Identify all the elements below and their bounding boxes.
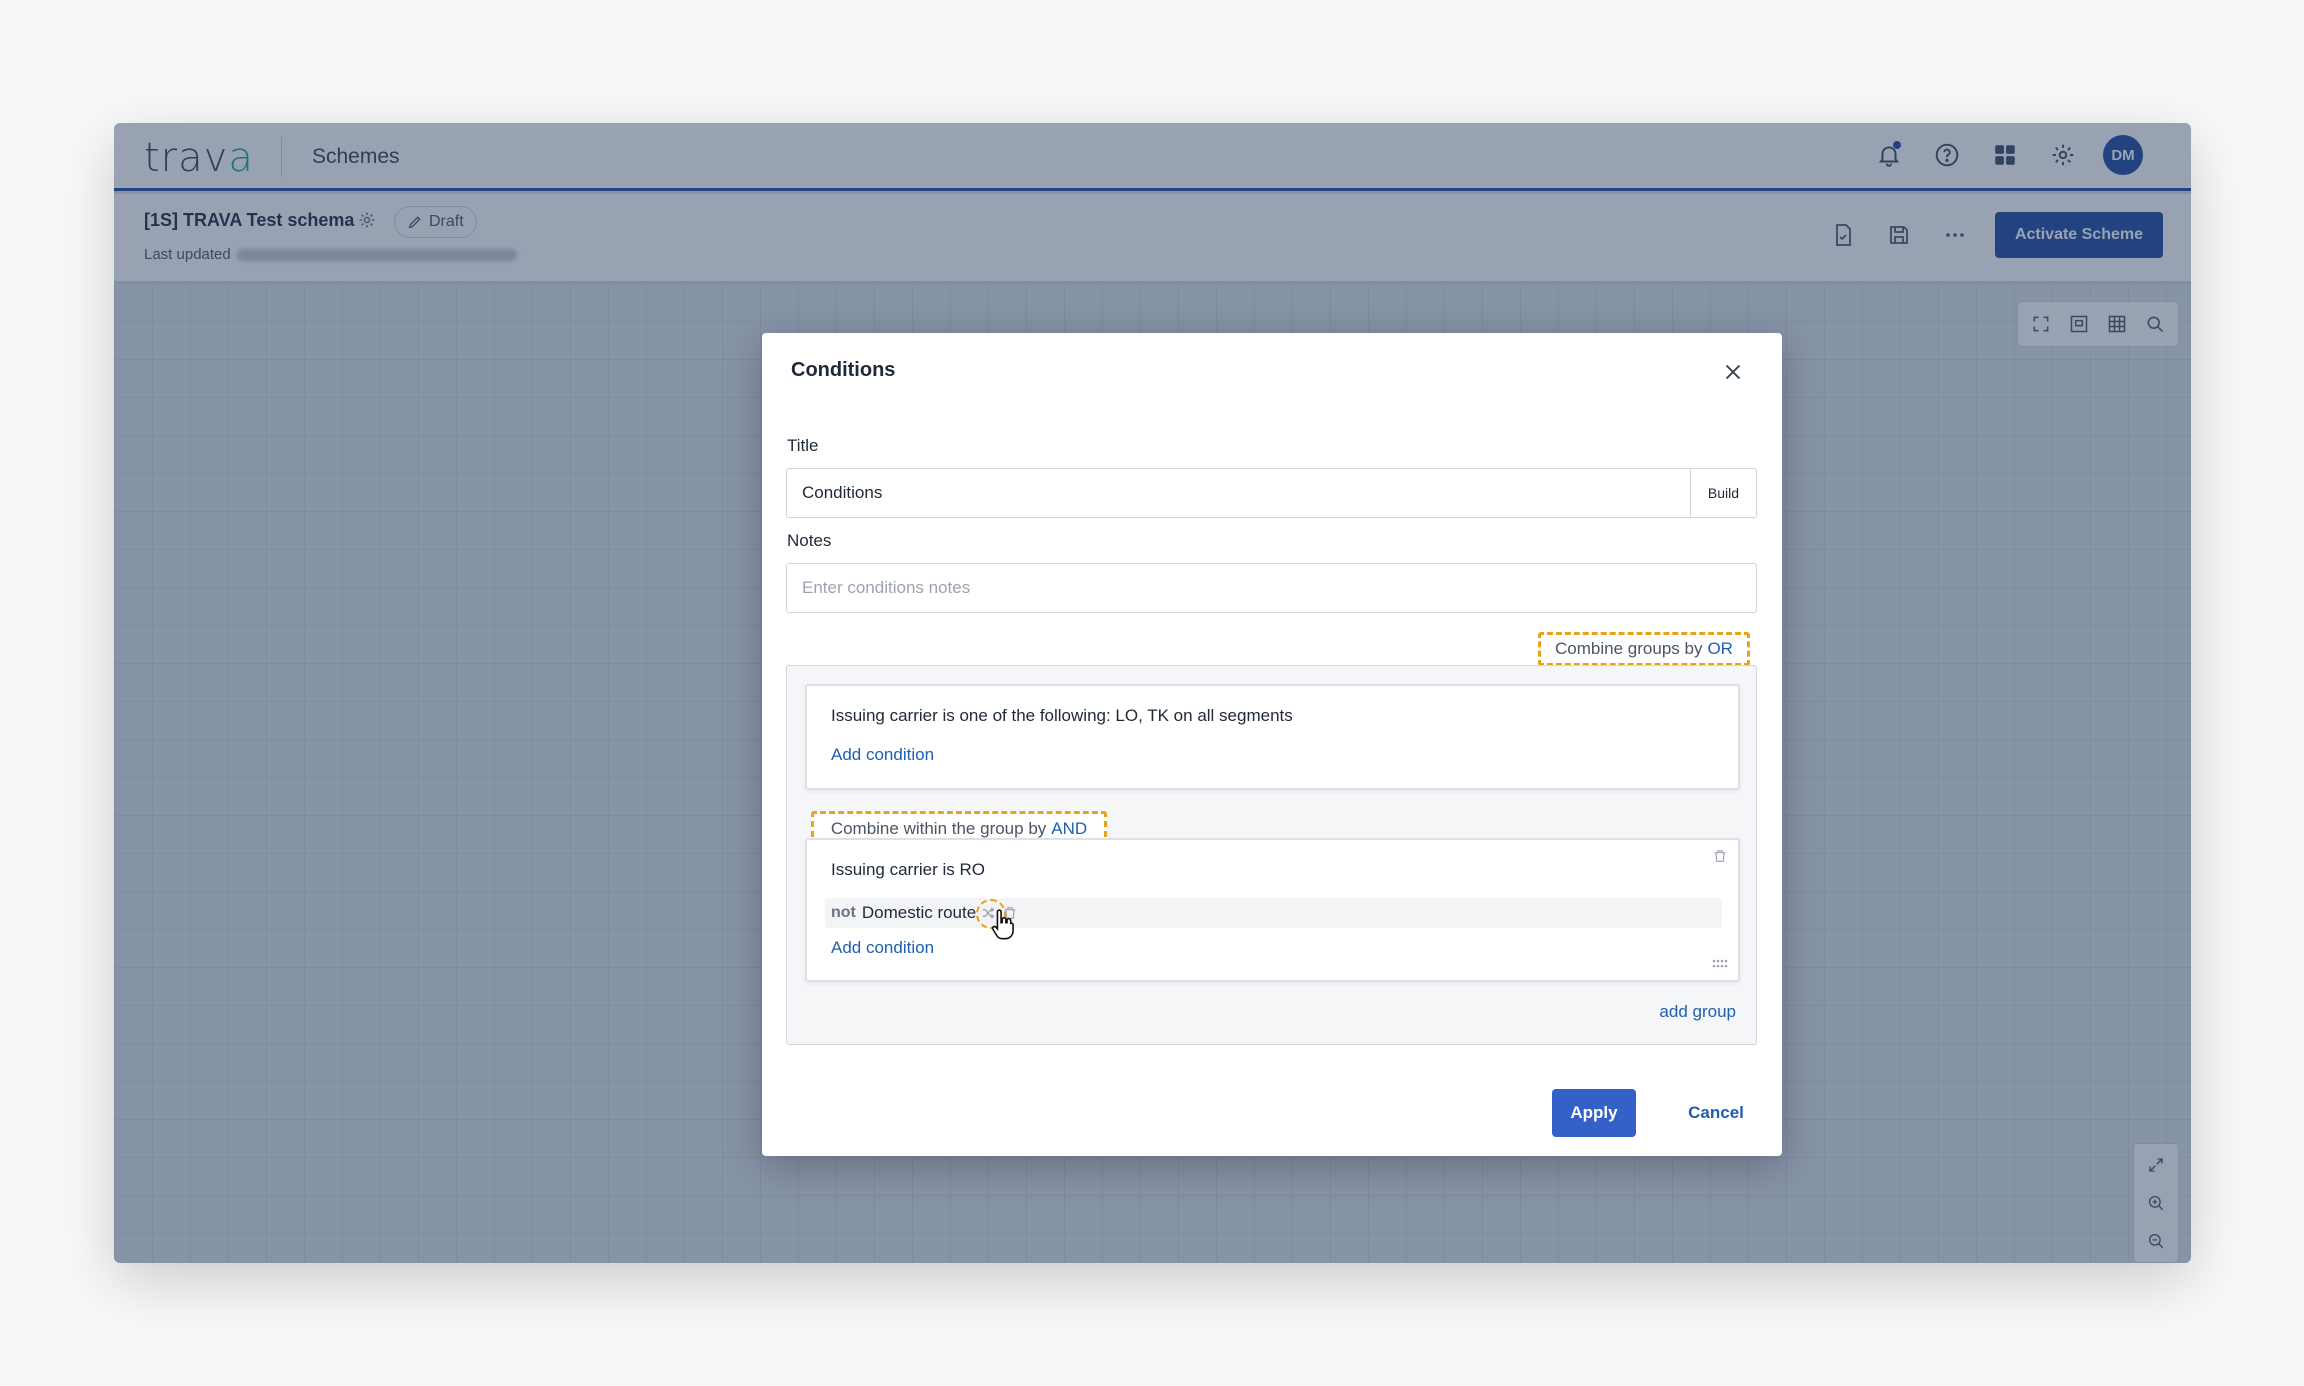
add-group-link[interactable]: add group <box>1659 1002 1736 1022</box>
drag-handle-icon[interactable] <box>1712 958 1728 972</box>
condition-text[interactable]: Issuing carrier is RO <box>831 860 985 880</box>
condition-group: Issuing carrier is one of the following:… <box>805 684 1740 790</box>
conditions-dialog: Conditions Title Conditions Build Notes … <box>762 333 1782 1156</box>
close-icon[interactable] <box>1718 357 1748 387</box>
condition-row-actions <box>976 899 1018 940</box>
combine-within-operator[interactable]: AND <box>1051 819 1087 839</box>
condition-group: Issuing carrier is RO not Domestic route… <box>805 838 1740 982</box>
add-condition-link[interactable]: Add condition <box>831 745 934 765</box>
combine-groups-toggle[interactable]: Combine groups by OR <box>1538 632 1750 666</box>
apply-button[interactable]: Apply <box>1552 1089 1636 1137</box>
notes-label: Notes <box>787 531 832 550</box>
build-button[interactable]: Build <box>1690 469 1756 517</box>
negation-label: not <box>831 904 856 921</box>
title-field: Conditions Build <box>786 468 1757 518</box>
delete-group-icon[interactable] <box>1712 848 1728 869</box>
combine-groups-operator[interactable]: OR <box>1707 639 1733 659</box>
notes-input[interactable]: Enter conditions notes <box>786 563 1757 613</box>
title-input[interactable]: Conditions <box>787 469 1690 517</box>
cancel-button[interactable]: Cancel <box>1674 1089 1758 1137</box>
dialog-title: Conditions <box>791 359 896 381</box>
add-condition-link[interactable]: Add condition <box>831 938 934 958</box>
condition-text[interactable]: Domestic route <box>862 903 976 923</box>
title-label: Title <box>787 436 819 455</box>
condition-row-hovered[interactable]: not Domestic route <box>825 898 1722 940</box>
condition-groups: Issuing carrier is one of the following:… <box>786 665 1757 1045</box>
condition-text[interactable]: Issuing carrier is one of the following:… <box>831 706 1293 726</box>
app-window: trava Schemes DM [1S] TRAVA Test schema <box>114 123 2191 1263</box>
hand-pointer-icon <box>992 909 1015 940</box>
